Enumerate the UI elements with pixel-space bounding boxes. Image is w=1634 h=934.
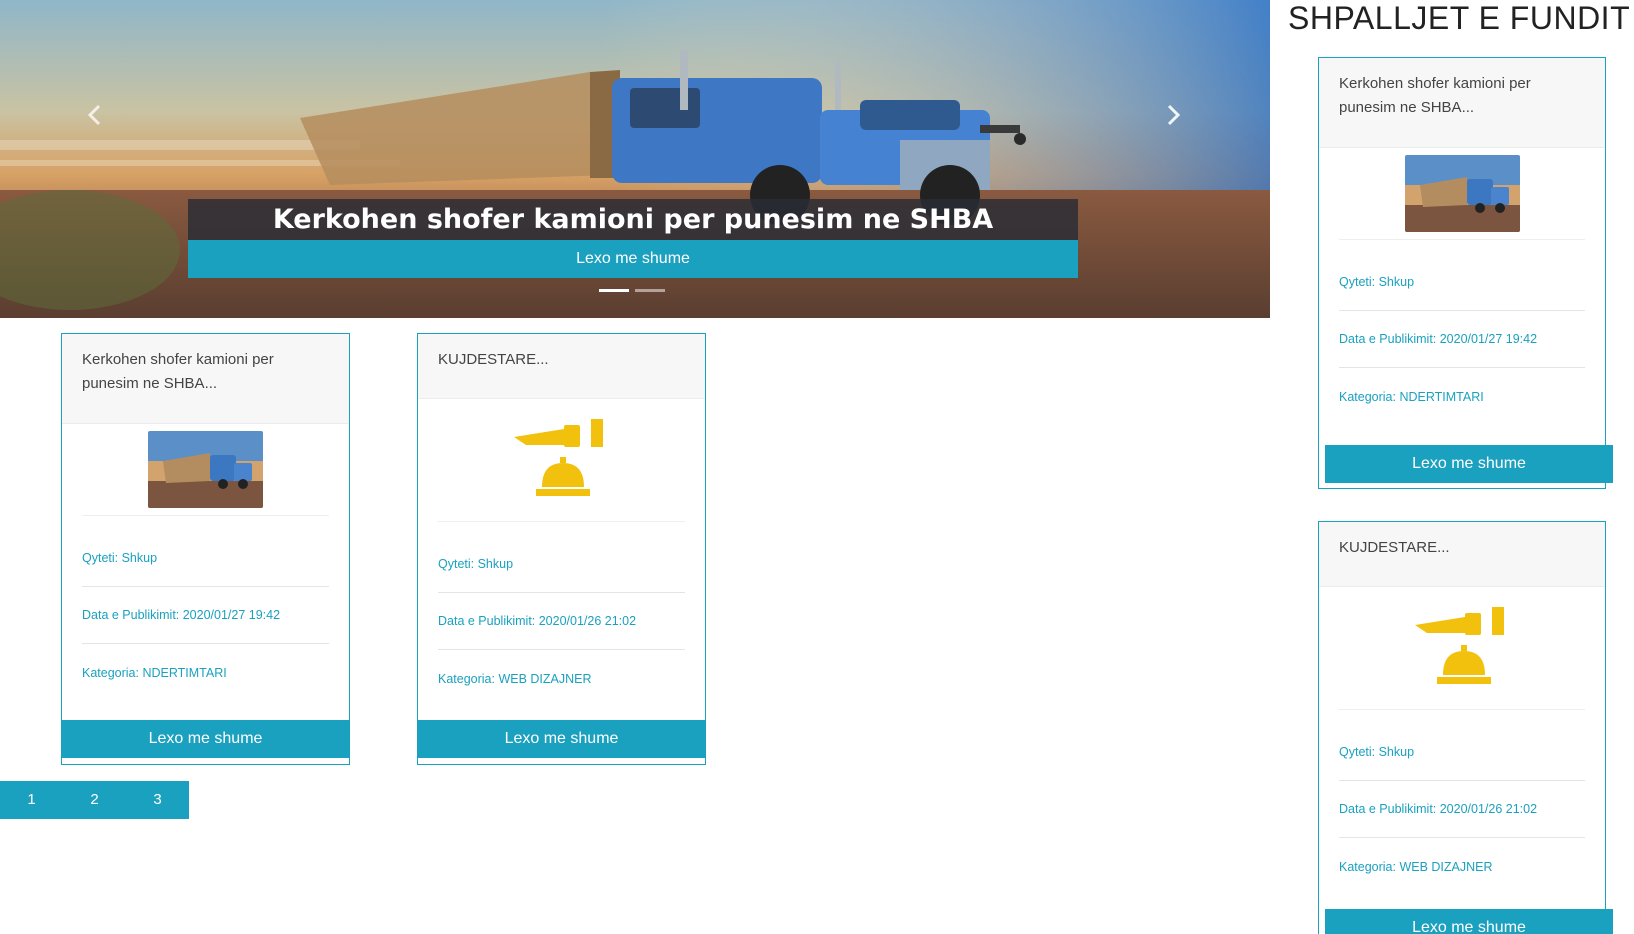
card-image-wrap <box>1339 587 1585 710</box>
listing-card: Kerkohen shofer kamioni per punesim ne S… <box>61 333 350 765</box>
carousel-prev-button[interactable] <box>80 100 110 130</box>
card-category: Kategoria: WEB DIZAJNER <box>438 671 592 686</box>
card-title: Kerkohen shofer kamioni per punesim ne S… <box>62 334 349 424</box>
carousel-indicators <box>599 289 665 292</box>
hotel-bell-icon <box>1414 607 1504 684</box>
carousel-indicator-2[interactable] <box>635 289 665 292</box>
card-city: Qyteti: Shkup <box>1339 254 1585 311</box>
hero-read-more-button[interactable]: Lexo me shume <box>188 240 1078 278</box>
sidebar-read-more-button[interactable]: Lexo me shume <box>1325 445 1613 483</box>
card-image-wrap <box>1339 148 1585 240</box>
card-date: Data e Publikimit: 2020/01/27 19:42 <box>1339 311 1585 368</box>
card-image-wrap <box>82 424 329 516</box>
card-title: Kerkohen shofer kamioni per punesim ne S… <box>1319 58 1605 148</box>
sidebar-title: SHPALLJET E FUNDIT <box>1288 0 1631 36</box>
card-read-more-button[interactable]: Lexo me shume <box>417 720 706 758</box>
card-category: Kategoria: NDERTIMTARI <box>82 665 227 680</box>
listing-card: KUJDESTARE... Qyteti: Shkup Data e Publi… <box>417 333 706 765</box>
card-city: Qyteti: Shkup <box>1339 724 1585 781</box>
pagination: 1 2 3 <box>0 781 189 819</box>
sidebar-card: Kerkohen shofer kamioni per punesim ne S… <box>1318 57 1613 489</box>
card-image-wrap <box>438 399 685 522</box>
card-category: Kategoria: NDERTIMTARI <box>1339 389 1484 404</box>
carousel-indicator-1[interactable] <box>599 289 629 292</box>
card-title: KUJDESTARE... <box>1319 522 1605 587</box>
card-date: Data e Publikimit: 2020/01/26 21:02 <box>438 593 685 650</box>
card-city: Qyteti: Shkup <box>438 536 685 593</box>
truck-image <box>148 431 263 508</box>
card-title: KUJDESTARE... <box>418 334 705 399</box>
sidebar-read-more-button[interactable]: Lexo me shume <box>1325 909 1613 934</box>
chevron-left-icon <box>87 104 101 126</box>
card-read-more-button[interactable]: Lexo me shume <box>61 720 350 758</box>
card-category: Kategoria: WEB DIZAJNER <box>1339 859 1493 874</box>
page-button-2[interactable]: 2 <box>63 781 126 819</box>
chevron-right-icon <box>1167 104 1181 126</box>
card-city: Qyteti: Shkup <box>82 530 329 587</box>
card-date: Data e Publikimit: 2020/01/26 21:02 <box>1339 781 1585 838</box>
card-date: Data e Publikimit: 2020/01/27 19:42 <box>82 587 329 644</box>
page-button-1[interactable]: 1 <box>0 781 63 819</box>
sidebar-card: KUJDESTARE... Qyteti: Shkup Data e Publi… <box>1318 521 1613 934</box>
page-button-3[interactable]: 3 <box>126 781 189 819</box>
carousel-next-button[interactable] <box>1158 100 1188 130</box>
hotel-bell-icon <box>514 419 603 496</box>
hero-carousel: Kerkohen shofer kamioni per punesim ne S… <box>0 0 1270 318</box>
carousel-caption: Kerkohen shofer kamioni per punesim ne S… <box>188 199 1078 241</box>
truck-image <box>1404 155 1520 232</box>
